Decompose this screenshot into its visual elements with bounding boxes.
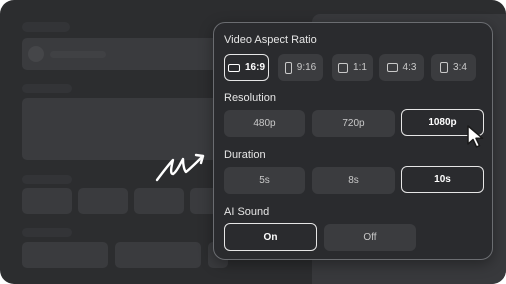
aspect-3-4-option[interactable]: 3:4 xyxy=(431,54,476,81)
ai-sound-off-option[interactable]: Off xyxy=(324,224,416,251)
duration-5s-option[interactable]: 5s xyxy=(224,167,305,194)
bg-top-bar xyxy=(22,22,70,32)
mouse-pointer-icon xyxy=(467,125,484,148)
ai-sound-on-option[interactable]: On xyxy=(224,223,317,251)
resolution-label: Resolution xyxy=(224,92,276,104)
square-icon xyxy=(338,62,349,73)
resolution-720p-option[interactable]: 720p xyxy=(312,110,395,137)
aspect-16-9-option[interactable]: 16:9 xyxy=(224,54,269,81)
portrait-icon xyxy=(284,61,292,74)
bg-tile xyxy=(78,188,128,214)
resolution-480p-option[interactable]: 480p xyxy=(224,110,305,137)
classic-landscape-icon xyxy=(386,63,398,72)
bg-tile xyxy=(22,188,72,214)
bg-heading xyxy=(22,84,72,93)
video-settings-panel: Video Aspect Ratio 16:9 9:16 1:1 4:3 3:4… xyxy=(213,22,493,260)
classic-portrait-icon xyxy=(440,62,449,73)
duration-10s-option[interactable]: 10s xyxy=(401,166,484,193)
aspect-ratio-label: Video Aspect Ratio xyxy=(224,34,317,46)
aspect-4-3-option[interactable]: 4:3 xyxy=(379,54,424,81)
duration-label: Duration xyxy=(224,149,266,161)
bg-tile xyxy=(134,188,184,214)
bg-heading-3 xyxy=(22,228,72,237)
hand-drawn-arrow-icon xyxy=(155,153,205,182)
bg-text-line xyxy=(50,51,106,58)
aspect-9-16-option[interactable]: 9:16 xyxy=(278,54,323,81)
bg-avatar xyxy=(28,46,44,62)
bg-row-block xyxy=(115,242,201,268)
bg-heading-2 xyxy=(22,175,72,184)
duration-8s-option[interactable]: 8s xyxy=(312,167,395,194)
bg-row-block xyxy=(22,242,108,268)
landscape-icon xyxy=(227,63,240,72)
ai-sound-label: AI Sound xyxy=(224,206,270,218)
aspect-1-1-option[interactable]: 1:1 xyxy=(332,54,373,81)
